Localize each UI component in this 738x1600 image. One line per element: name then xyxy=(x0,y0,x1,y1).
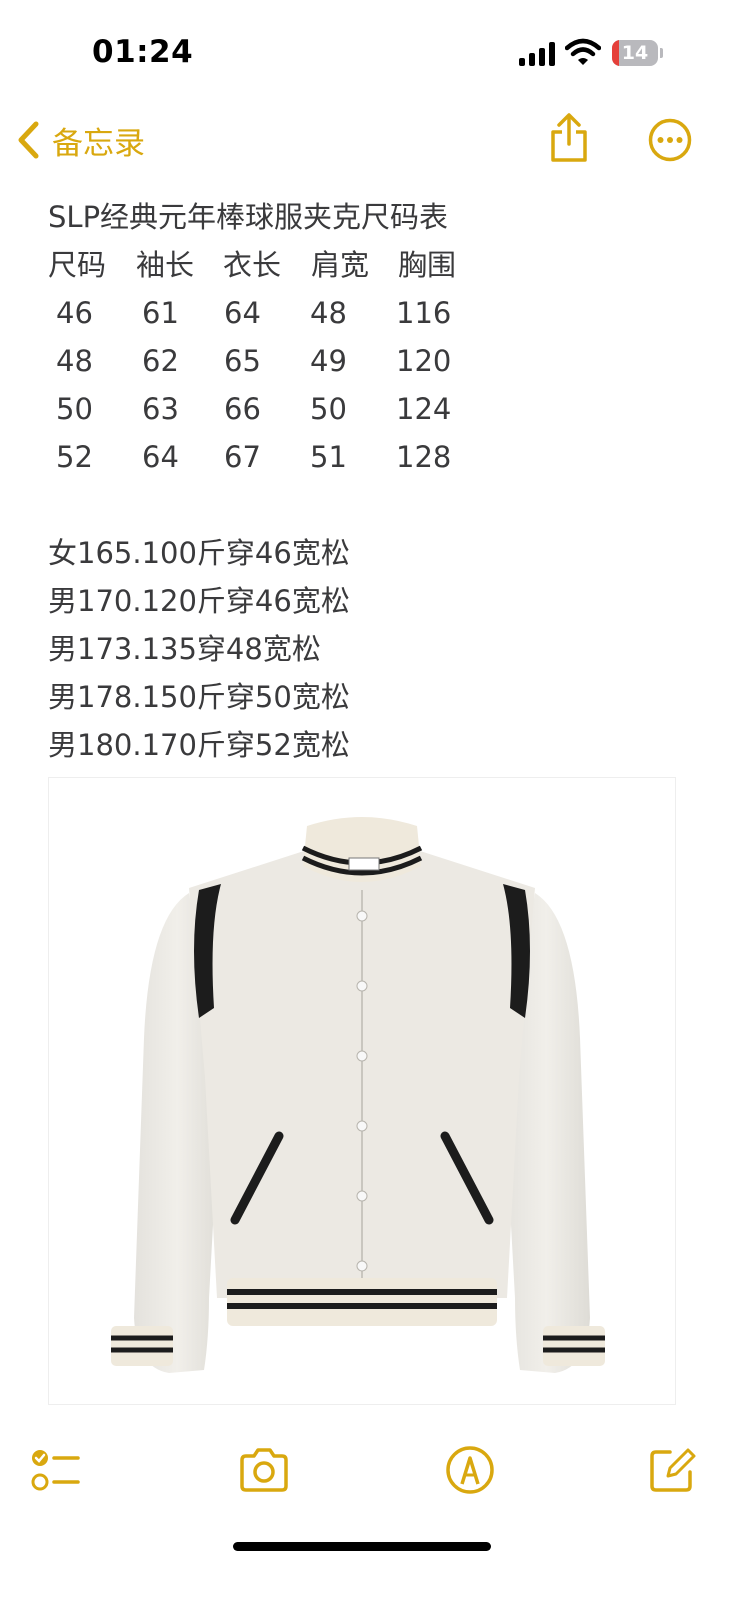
share-icon xyxy=(551,113,587,162)
table-cell: 64 xyxy=(224,296,261,330)
table-row: 50 63 66 50 124 xyxy=(48,385,508,433)
header-chest: 胸围 xyxy=(398,248,457,282)
table-cell: 67 xyxy=(224,440,261,474)
table-cell: 63 xyxy=(142,392,179,426)
table-row: 52 64 67 51 128 xyxy=(48,433,508,481)
cellular-signal-icon xyxy=(519,42,555,66)
table-cell: 50 xyxy=(56,392,93,426)
ellipsis-circle-icon xyxy=(648,118,692,162)
compose-icon xyxy=(650,1448,696,1492)
size-table: 尺码 袖长 衣长 肩宽 胸围 46 61 64 48 116 48 62 65 … xyxy=(48,241,508,481)
header-sleeve: 袖长 xyxy=(136,248,195,282)
table-cell: 116 xyxy=(396,296,452,330)
table-cell: 50 xyxy=(310,392,347,426)
back-label: 备忘录 xyxy=(52,125,145,162)
table-cell: 128 xyxy=(396,440,452,474)
fit-note: 女165.100斤穿46宽松 xyxy=(48,536,350,570)
back-button[interactable]: 备忘录 xyxy=(14,116,145,164)
battery-icon: 14 xyxy=(612,40,663,66)
header-shoulder: 肩宽 xyxy=(311,248,370,282)
table-cell: 124 xyxy=(396,392,452,426)
size-table-header: 尺码 袖长 衣长 肩宽 胸围 xyxy=(48,241,508,289)
navigation-bar: 备忘录 xyxy=(0,100,738,180)
table-row: 46 61 64 48 116 xyxy=(48,289,508,337)
header-length: 衣长 xyxy=(223,248,282,282)
chevron-left-icon xyxy=(18,121,39,159)
bottom-toolbar xyxy=(0,1430,738,1510)
note-body[interactable]: SLP经典元年棒球服夹克尺码表 尺码 袖长 衣长 肩宽 胸围 46 61 64 … xyxy=(48,193,688,769)
table-cell: 62 xyxy=(142,344,179,378)
status-time: 01:24 xyxy=(92,34,194,70)
wifi-icon xyxy=(564,38,602,66)
camera-button[interactable] xyxy=(238,1444,290,1496)
status-bar: 01:24 14 xyxy=(0,0,738,100)
fit-note: 男178.150斤穿50宽松 xyxy=(48,680,350,714)
jacket-image[interactable] xyxy=(48,777,676,1405)
table-cell: 51 xyxy=(310,440,347,474)
camera-icon xyxy=(240,1448,288,1492)
fit-note: 男170.120斤穿46宽松 xyxy=(48,584,350,618)
table-cell: 65 xyxy=(224,344,261,378)
table-cell: 52 xyxy=(56,440,93,474)
table-cell: 49 xyxy=(310,344,347,378)
checklist-icon xyxy=(31,1450,80,1491)
more-button[interactable] xyxy=(648,118,692,162)
table-cell: 120 xyxy=(396,344,452,378)
fit-note: 男180.170斤穿52宽松 xyxy=(48,728,350,762)
table-row: 48 62 65 49 120 xyxy=(48,337,508,385)
table-cell: 64 xyxy=(142,440,179,474)
note-title: SLP经典元年棒球服夹克尺码表 xyxy=(48,200,449,234)
share-button[interactable] xyxy=(548,112,590,164)
checklist-button[interactable] xyxy=(30,1444,82,1496)
fit-note: 男173.135穿48宽松 xyxy=(48,632,321,666)
table-cell: 48 xyxy=(56,344,93,378)
table-cell: 48 xyxy=(310,296,347,330)
markup-button[interactable] xyxy=(444,1444,496,1496)
table-cell: 66 xyxy=(224,392,261,426)
markup-pen-icon xyxy=(446,1446,494,1494)
table-cell: 46 xyxy=(56,296,93,330)
header-size: 尺码 xyxy=(48,248,107,282)
compose-button[interactable] xyxy=(646,1444,698,1496)
varsity-jacket-illustration xyxy=(111,817,605,1373)
table-cell: 61 xyxy=(142,296,179,330)
home-indicator[interactable] xyxy=(233,1542,491,1551)
battery-level: 14 xyxy=(621,42,649,64)
